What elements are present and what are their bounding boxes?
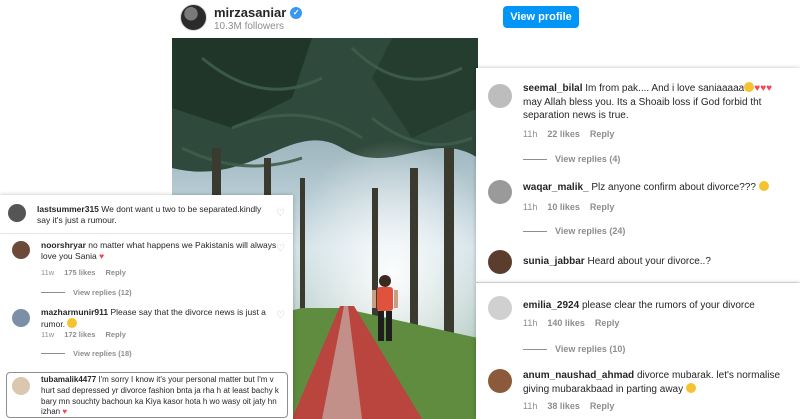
view-replies-link[interactable]: View replies (4)	[523, 154, 620, 164]
comment-likes[interactable]: 175 likes	[64, 268, 95, 277]
avatar[interactable]	[488, 369, 512, 393]
view-profile-button[interactable]: View profile	[503, 6, 579, 28]
avatar[interactable]	[488, 180, 512, 204]
comment-time: 11w	[41, 268, 55, 277]
view-replies-link[interactable]: View replies (10)	[523, 344, 625, 354]
comment-time: 11h	[523, 129, 538, 139]
avatar[interactable]	[12, 309, 30, 327]
reply-link[interactable]: Reply	[590, 401, 615, 411]
followers-count: 10.3M followers	[214, 21, 285, 32]
comment-username[interactable]: sunia_jabbar	[523, 256, 585, 267]
view-replies-link[interactable]: View replies (18)	[41, 349, 132, 358]
heart-icon[interactable]: ♡	[276, 208, 285, 219]
comments-panel-left[interactable]: lastsummer315 We dont want u two to be s…	[0, 195, 293, 419]
reply-link[interactable]: Reply	[590, 129, 615, 139]
heart-icon[interactable]: ♡	[276, 310, 285, 321]
username-label[interactable]: mirzasaniar	[214, 5, 286, 20]
emoji-icon	[758, 181, 769, 191]
avatar[interactable]	[488, 250, 512, 274]
comment-text-cont: may Allah bless you. Its a Shoaib loss i…	[523, 96, 762, 122]
heart-emoji: ♥♥♥	[754, 83, 773, 94]
verified-icon: ✓	[290, 6, 303, 19]
comment-text: Heard about your divorce..?	[587, 256, 711, 267]
comment-username[interactable]: anum_naushad_ahmad	[523, 370, 634, 381]
comment-likes[interactable]: 38 likes	[547, 401, 580, 411]
comment-likes[interactable]: 140 likes	[547, 318, 585, 328]
comment-item: lastsummer315 We dont want u two to be s…	[0, 195, 293, 233]
comment-time: 11h	[523, 401, 538, 411]
comment-text: Im from pak.... And i love saniaaaaa	[585, 83, 745, 94]
reply-link[interactable]: Reply	[590, 202, 615, 212]
post-header: mirzasaniar ✓ 10.3M followers View profi…	[172, 0, 586, 38]
heart-emoji: ♥	[62, 407, 68, 417]
avatar[interactable]	[8, 204, 26, 222]
comment-meta: 11h 22 likes Reply	[523, 129, 614, 139]
comment-time: 11h	[523, 318, 538, 328]
comment-likes[interactable]: 22 likes	[547, 129, 580, 139]
comment-meta: 11h 10 likes Reply	[523, 202, 614, 212]
comment-meta: 11w 175 likes Reply	[41, 268, 126, 277]
comment-text: please clear the rumors of your divorce	[581, 300, 755, 311]
avatar[interactable]	[12, 377, 30, 395]
comment-time: 11w	[41, 330, 55, 339]
heart-icon[interactable]: ♡	[276, 243, 285, 254]
divider	[0, 233, 293, 234]
comment-username[interactable]: noorshryar	[41, 240, 86, 250]
comment-likes[interactable]: 172 likes	[64, 330, 95, 339]
reply-link[interactable]: Reply	[105, 268, 125, 277]
profile-username[interactable]: mirzasaniar ✓	[214, 5, 303, 20]
comments-panel-right-lower[interactable]: emilia_2924 please clear the rumors of y…	[476, 283, 800, 419]
emoji-icon	[744, 82, 755, 92]
avatar[interactable]	[488, 296, 512, 320]
comment-username[interactable]: tubamalik4477	[41, 375, 96, 384]
comment-text: Plz anyone confirm about divorce???	[591, 182, 756, 193]
comments-panel-right[interactable]: seemal_bilal Im from pak.... And i love …	[476, 68, 800, 282]
profile-avatar[interactable]	[180, 4, 207, 31]
view-replies-link[interactable]: View replies (12)	[41, 288, 132, 297]
comment-meta: 11h 38 likes Reply	[523, 401, 614, 411]
comment-username[interactable]: mazharmunir911	[41, 307, 108, 317]
view-replies-link[interactable]: View replies (24)	[523, 226, 625, 236]
comment-username[interactable]: emilia_2924	[523, 300, 579, 311]
comment-meta: 11w 172 likes Reply	[41, 330, 126, 339]
heart-emoji: ♥	[99, 251, 105, 262]
emoji-icon	[67, 318, 78, 329]
comment-likes[interactable]: 10 likes	[547, 202, 580, 212]
comment-username[interactable]: seemal_bilal	[523, 83, 582, 94]
reply-link[interactable]: Reply	[105, 330, 125, 339]
avatar[interactable]	[488, 84, 512, 108]
reply-link[interactable]: Reply	[595, 318, 620, 328]
avatar[interactable]	[12, 241, 30, 259]
comment-username[interactable]: waqar_malik_	[523, 182, 589, 193]
comment-username[interactable]: lastsummer315	[37, 204, 99, 214]
comment-meta: 11h 140 likes Reply	[523, 318, 619, 328]
emoji-icon	[685, 382, 696, 393]
comment-time: 11h	[523, 202, 538, 212]
